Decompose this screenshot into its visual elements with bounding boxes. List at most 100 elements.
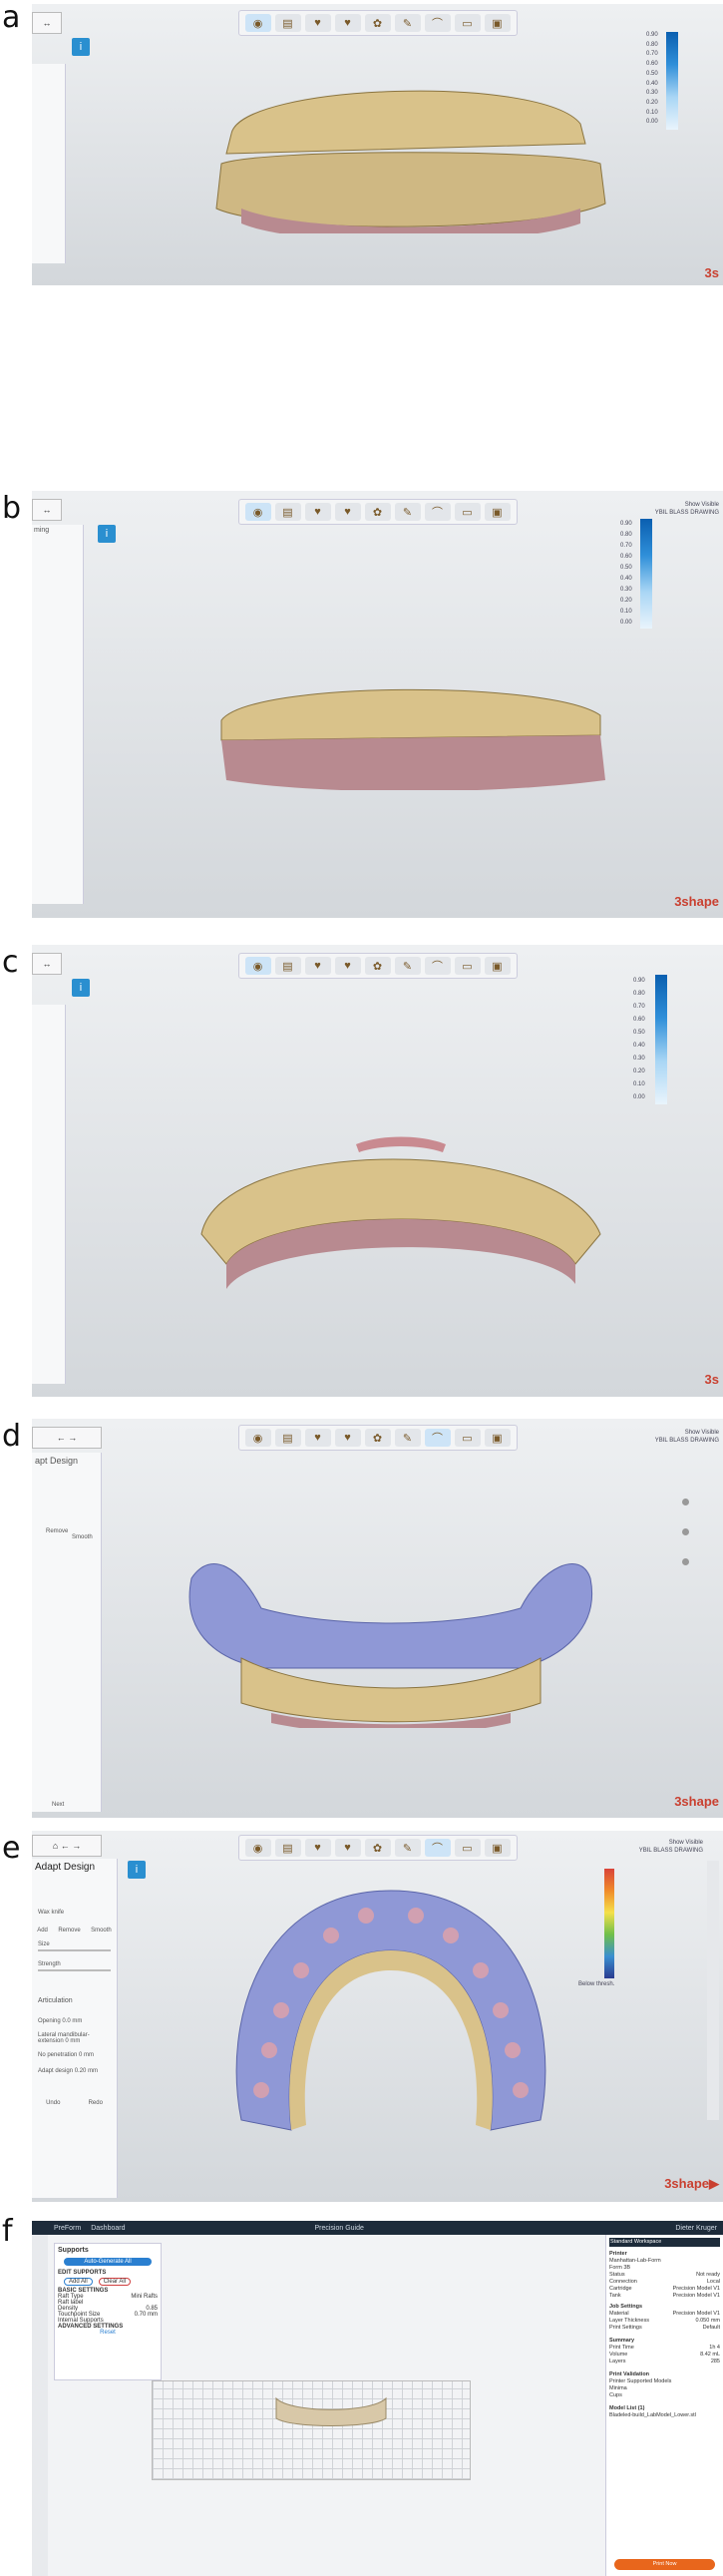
screen-icon[interactable]: ▣ — [484, 957, 511, 975]
strength-slider[interactable] — [38, 1969, 111, 1971]
panel-label-f: f — [2, 2214, 13, 2249]
smooth-button[interactable]: Smooth — [91, 1928, 112, 1933]
brand-logo: 3shape▶ — [664, 2176, 719, 2191]
panel-c: ↔ i ◉ ▤ ♥ ♥ ✿ ✎ ⌒ ▭ ▣ 0.90 0.80 0.70 0.60 0.… — [32, 945, 723, 1397]
clear-all-button[interactable]: Clear All — [98, 2278, 132, 2286]
adapt-design-label: Adapt design — [38, 2068, 74, 2074]
supports-panel: Supports Auto-Generate All EDIT SUPPORTS… — [54, 2243, 162, 2380]
tab-preform[interactable]: PreForm — [54, 2225, 81, 2232]
info-button[interactable]: i — [98, 525, 116, 543]
scanner-icon[interactable]: ▭ — [454, 1839, 481, 1857]
smooth-label[interactable]: Smooth — [32, 1534, 101, 1540]
nav-box[interactable]: ⌂ ← → — [32, 1835, 102, 1857]
pen-icon[interactable]: ✎ — [394, 957, 421, 975]
screen-icon[interactable]: ▣ — [484, 1429, 511, 1447]
info-button[interactable]: i — [72, 38, 90, 56]
reset-button[interactable]: Reset — [58, 2330, 158, 2336]
info-button[interactable]: i — [72, 979, 90, 997]
view-toolbar: ◉ ▤ ♥ ♥ ✿ ✎ ⌒ ▭ ▣ — [237, 499, 518, 525]
undo-button[interactable]: Undo — [46, 2100, 60, 2106]
pen-icon[interactable]: ✎ — [394, 1839, 421, 1857]
visibility-toggle[interactable] — [682, 1528, 689, 1535]
nav-box[interactable]: ↔ — [32, 12, 62, 34]
model-icon[interactable]: ▤ — [274, 1429, 301, 1447]
tooth-red-icon[interactable]: ♥ — [304, 503, 331, 521]
tooth-red-icon[interactable]: ♥ — [304, 957, 331, 975]
info-button[interactable]: i — [128, 1861, 146, 1879]
add-all-button[interactable]: Add All — [64, 2278, 93, 2286]
distance-color-scale — [666, 32, 678, 130]
gear-icon[interactable]: ✿ — [364, 1839, 391, 1857]
scanner-icon[interactable]: ▭ — [454, 503, 481, 521]
arch-icon[interactable]: ⌒ — [424, 957, 451, 975]
screen-icon[interactable]: ▣ — [484, 14, 511, 32]
arch-icon[interactable]: ⌒ — [424, 1429, 451, 1447]
printer-name[interactable]: Manhattan-Lab-Form — [609, 2258, 720, 2265]
screen-icon[interactable]: ▣ — [484, 1839, 511, 1857]
brand-logo: 3shape — [674, 894, 719, 909]
panel-a: ↔ i ◉ ▤ ♥ ♥ ✿ ✎ ⌒ ▭ ▣ 0.90 0.80 0.70 0.60 0.… — [32, 4, 723, 285]
visibility-toggle[interactable] — [682, 1499, 689, 1505]
tooth-red-icon[interactable]: ♥ — [304, 1429, 331, 1447]
arch-icon[interactable]: ⌒ — [424, 503, 451, 521]
tooth-pink-icon[interactable]: ♥ — [334, 1429, 361, 1447]
eye-icon[interactable]: ◉ — [244, 14, 271, 32]
tooth-red-icon[interactable]: ♥ — [304, 1839, 331, 1857]
file-title[interactable]: Precision Guide — [314, 2225, 363, 2232]
model-icon[interactable]: ▤ — [274, 14, 301, 32]
model-list-item[interactable]: Bladeled-build_LabModel_Lower.stl — [609, 2412, 720, 2419]
next-button[interactable]: Next — [52, 1802, 64, 1808]
right-side-icon-strip — [707, 1861, 719, 2120]
arch-icon[interactable]: ⌒ — [424, 14, 451, 32]
tooth-red-icon[interactable]: ♥ — [304, 14, 331, 32]
size-slider[interactable] — [38, 1949, 111, 1951]
redo-button[interactable]: Redo — [89, 2100, 103, 2106]
model-icon[interactable]: ▤ — [274, 957, 301, 975]
user-name[interactable]: Dieter Kruger — [675, 2225, 717, 2232]
left-tool-panel: apt Design Remove Smooth Next — [32, 1453, 102, 1812]
add-button[interactable]: Add — [37, 1928, 48, 1933]
gear-icon[interactable]: ✿ — [364, 957, 391, 975]
pen-icon[interactable]: ✎ — [394, 14, 421, 32]
touchpoint-input[interactable]: 0.70 mm — [135, 2312, 158, 2318]
strength-label: Strength — [38, 1961, 61, 1967]
edit-supports-label: EDIT SUPPORTS — [58, 2270, 107, 2276]
model-icon[interactable]: ▤ — [274, 503, 301, 521]
scanner-icon[interactable]: ▭ — [454, 1429, 481, 1447]
panel-e: ⌂ ← → Adapt Design Wax knife Add Remove … — [32, 1831, 723, 2202]
nav-box[interactable]: ↔ — [32, 953, 62, 975]
pen-icon[interactable]: ✎ — [394, 503, 421, 521]
panel-f-preform: PreForm Dashboard Precision Guide Dieter… — [32, 2221, 723, 2576]
adapt-value[interactable]: 0.20 — [75, 2068, 87, 2074]
gear-icon[interactable]: ✿ — [364, 503, 391, 521]
scale-ticks: 0.90 0.80 0.70 0.60 0.50 0.40 0.30 0.20 0.10 0.00 — [646, 32, 658, 126]
screen-icon[interactable]: ▣ — [484, 503, 511, 521]
tooth-pink-icon[interactable]: ♥ — [334, 957, 361, 975]
tooth-pink-icon[interactable]: ♥ — [334, 14, 361, 32]
gear-icon[interactable]: ✿ — [364, 1429, 391, 1447]
tooth-pink-icon[interactable]: ♥ — [334, 503, 361, 521]
remove-button[interactable]: Remove — [58, 1928, 80, 1933]
eye-icon[interactable]: ◉ — [244, 1839, 271, 1857]
tab-dashboard[interactable]: Dashboard — [91, 2225, 125, 2232]
job-settings-section[interactable]: Job Settings — [609, 2304, 720, 2311]
workspace-label[interactable]: Standard Workspace — [609, 2238, 720, 2247]
visibility-toggle[interactable] — [682, 1558, 689, 1565]
arch-icon[interactable]: ⌒ — [424, 1839, 451, 1857]
nav-box[interactable]: ← → — [32, 1427, 102, 1449]
raft-type-select[interactable]: Mini Rafts — [131, 2294, 158, 2300]
eye-icon[interactable]: ◉ — [244, 957, 271, 975]
gear-icon[interactable]: ✿ — [364, 14, 391, 32]
opening-value[interactable]: 0.0 — [62, 2018, 70, 2024]
auto-generate-button[interactable]: Auto-Generate All — [64, 2258, 152, 2266]
print-button[interactable]: Print Now — [614, 2559, 715, 2570]
nav-box[interactable]: ↔ — [32, 499, 62, 521]
dental-model-occlusal-view — [200, 1136, 601, 1289]
eye-icon[interactable]: ◉ — [244, 503, 271, 521]
scanner-icon[interactable]: ▭ — [454, 14, 481, 32]
model-icon[interactable]: ▤ — [274, 1839, 301, 1857]
pen-icon[interactable]: ✎ — [394, 1429, 421, 1447]
tooth-pink-icon[interactable]: ♥ — [334, 1839, 361, 1857]
scanner-icon[interactable]: ▭ — [454, 957, 481, 975]
eye-icon[interactable]: ◉ — [244, 1429, 271, 1447]
